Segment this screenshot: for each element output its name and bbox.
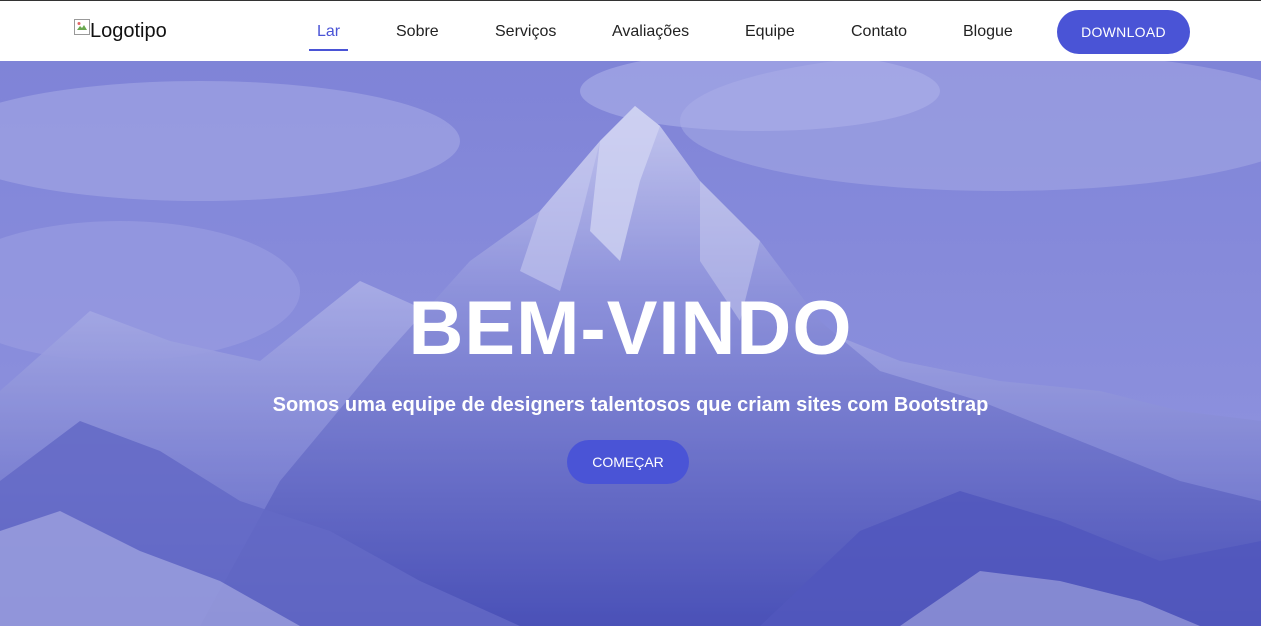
nav-item-label: Blogue — [963, 23, 1013, 40]
get-started-button[interactable]: COMEÇAR — [567, 440, 689, 484]
nav-item-sobre[interactable]: Sobre — [396, 1, 439, 62]
nav-item-label: Avaliações — [612, 23, 690, 40]
nav-item-contato[interactable]: Contato — [851, 1, 907, 62]
nav-item-label: Contato — [851, 23, 908, 40]
nav-item-blogue[interactable]: Blogue — [963, 1, 1013, 62]
top-navbar: Logotipo Lar Sobre Serviços Avaliações E… — [0, 0, 1261, 61]
nav-item-label: Sobre — [396, 23, 439, 40]
active-underline — [309, 49, 349, 51]
nav-item-label: Serviços — [495, 23, 557, 40]
hero-subtitle: Somos uma equipe de designers talentosos… — [272, 394, 989, 416]
nav-item-servicos[interactable]: Serviços — [495, 1, 556, 62]
download-button[interactable]: DOWNLOAD — [1057, 10, 1190, 54]
nav-item-lar[interactable]: Lar — [309, 1, 349, 62]
nav-item-label: Lar — [317, 23, 341, 40]
nav-item-label: Equipe — [745, 23, 795, 40]
nav-item-equipe[interactable]: Equipe — [745, 1, 795, 62]
nav-item-avaliacoes[interactable]: Avaliações — [612, 1, 689, 62]
hero-title: BEM-VINDO — [408, 286, 853, 371]
hero-section: BEM-VINDO Somos uma equipe de designers … — [0, 61, 1261, 626]
